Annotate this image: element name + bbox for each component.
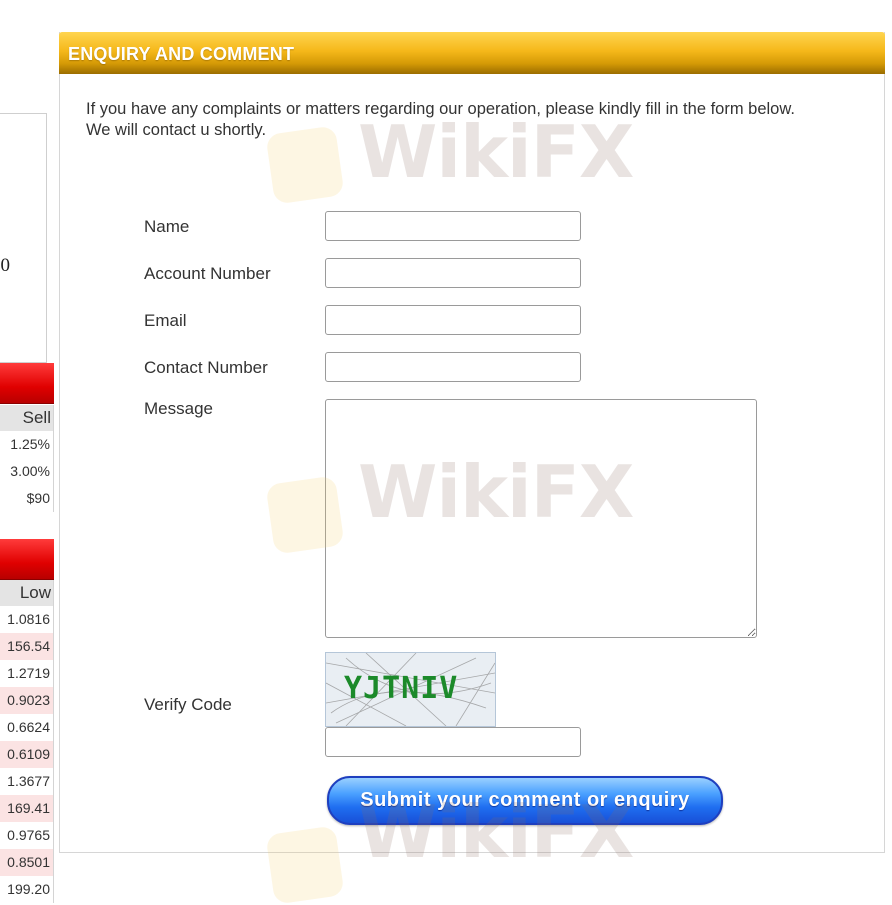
table-cell: 1.25% <box>10 436 50 452</box>
table-cell: 0.9765 <box>7 827 50 843</box>
intro-line: We will contact u shortly. <box>86 121 267 139</box>
panel-title: ENQUIRY AND COMMENT <box>68 44 295 64</box>
left-quotes-table: Low 1.0816 156.54 1.2719 0.9023 0.6624 0.6109… <box>0 580 54 903</box>
table-cell: 169.41 <box>0 795 53 822</box>
left-rates-box: 6 80 <box>0 113 47 363</box>
verify-code-field[interactable] <box>325 727 581 757</box>
captcha-text: YJTNIV <box>344 671 459 706</box>
left-value: 80 <box>0 255 10 276</box>
name-label: Name <box>144 217 190 236</box>
panel-header: ENQUIRY AND COMMENT <box>59 32 885 74</box>
left-spread-table: Sell 1.25% 3.00% $90 <box>0 405 54 512</box>
email-field[interactable] <box>325 305 581 335</box>
left-section-header-bar <box>0 539 54 580</box>
left-value: 6 <box>0 168 1 190</box>
account-number-field[interactable] <box>325 258 581 288</box>
table-cell: 1.2719 <box>7 665 50 681</box>
table-cell: 0.8501 <box>0 849 53 876</box>
name-field[interactable] <box>325 211 581 241</box>
email-label: Email <box>144 311 187 330</box>
message-label: Message <box>144 399 213 418</box>
table-cell: 199.20 <box>7 881 50 897</box>
intro-line: If you have any complaints or matters re… <box>86 100 795 118</box>
account-number-label: Account Number <box>144 264 271 283</box>
verify-code-label: Verify Code <box>144 695 232 714</box>
table-cell: 0.6624 <box>7 719 50 735</box>
table-cell: 3.00% <box>10 463 50 479</box>
message-textarea[interactable] <box>325 399 757 638</box>
table-cell: $90 <box>26 490 50 506</box>
column-header-low: Low <box>0 580 53 606</box>
captcha-image: YJTNIV <box>325 652 496 727</box>
contact-number-label: Contact Number <box>144 358 268 377</box>
table-cell: 0.9023 <box>0 687 53 714</box>
submit-enquiry-button[interactable]: Submit your comment or enquiry <box>327 776 723 825</box>
table-cell: 1.3677 <box>7 773 50 789</box>
table-cell: 0.6109 <box>0 741 53 768</box>
column-header-sell: Sell <box>0 405 53 431</box>
intro-text: If you have any complaints or matters re… <box>86 99 876 141</box>
table-cell: 1.0816 <box>7 611 50 627</box>
left-section-header-bar <box>0 363 54 404</box>
enquiry-panel: ENQUIRY AND COMMENT If you have any comp… <box>59 32 885 853</box>
contact-number-field[interactable] <box>325 352 581 382</box>
table-cell: 156.54 <box>0 633 53 660</box>
